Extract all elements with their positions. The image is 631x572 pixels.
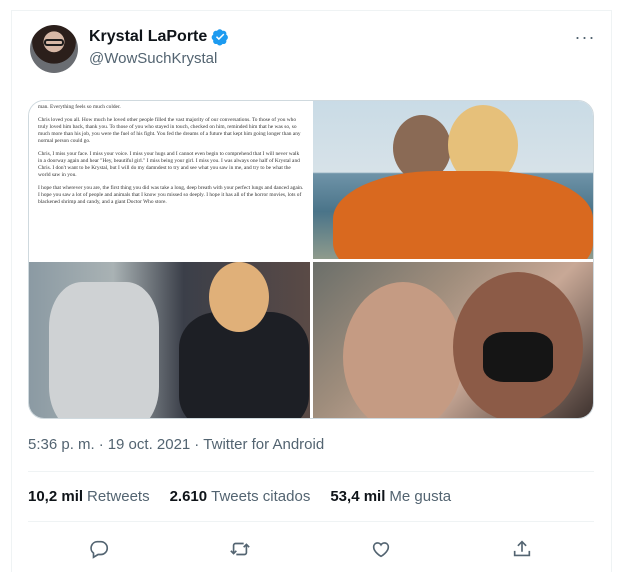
reply-button[interactable]: [86, 536, 112, 562]
media-photo-beach[interactable]: [313, 101, 593, 259]
media-document-image[interactable]: man. Everything feels so much colder. Ch…: [29, 101, 310, 259]
document-line: I hope that wherever you are, the first …: [38, 185, 304, 205]
like-icon: [372, 542, 390, 558]
divider: [28, 471, 594, 472]
retweets-count: 10,2 mil: [28, 488, 84, 505]
like-button[interactable]: [368, 536, 394, 562]
likes-stat[interactable]: 53,4 mil Me gusta: [330, 488, 451, 505]
divider: [28, 521, 594, 522]
author-handle[interactable]: @WowSuchKrystal: [89, 50, 217, 67]
retweet-icon: [230, 542, 250, 556]
meta-separator: ·: [194, 436, 200, 453]
likes-label: Me gusta: [389, 488, 452, 505]
meta-separator: ·: [98, 436, 104, 453]
document-line: Chris, I miss your face. I miss your voi…: [38, 151, 300, 178]
quotes-stat[interactable]: 2.610 Tweets citados: [170, 488, 311, 505]
quotes-count: 2.610: [169, 488, 208, 505]
reply-icon: [90, 540, 109, 559]
tweet-stats: 10,2 mil Retweets 2.610 Tweets citados 5…: [28, 488, 451, 505]
retweets-stat[interactable]: 10,2 mil Retweets: [28, 488, 150, 505]
action-bar: [28, 536, 594, 562]
tweet-time[interactable]: 5:36 p. m.: [28, 436, 95, 453]
media-grid: man. Everything feels so much colder. Ch…: [28, 100, 594, 419]
tweet-meta: 5:36 p. m. · 19 oct. 2021 · Twitter for …: [28, 436, 324, 453]
photo-figure: [333, 171, 593, 259]
avatar-glasses: [44, 39, 64, 46]
document-line: man. Everything feels so much colder.: [38, 104, 121, 110]
tweet-source[interactable]: Twitter for Android: [203, 436, 324, 453]
retweet-button[interactable]: [227, 536, 253, 562]
photo-figure: [209, 262, 269, 332]
more-icon[interactable]: ···: [571, 27, 599, 47]
author-row: Krystal LaPorte: [89, 26, 229, 48]
verified-badge-icon: [211, 29, 229, 46]
photo-figure: [343, 282, 463, 418]
share-button[interactable]: [509, 536, 535, 562]
photo-figure: [49, 282, 159, 418]
retweets-label: Retweets: [87, 488, 150, 505]
author-name[interactable]: Krystal LaPorte: [89, 28, 207, 46]
media-photo-selfie[interactable]: [313, 262, 593, 418]
likes-count: 53,4 mil: [330, 488, 386, 505]
media-photo-costume[interactable]: [29, 262, 310, 418]
avatar[interactable]: [30, 25, 78, 73]
document-line: Chris loved you all. How much he loved o…: [38, 117, 301, 144]
tweet-date[interactable]: 19 oct. 2021: [108, 436, 191, 453]
share-icon: [513, 540, 531, 557]
photo-figure: [483, 332, 553, 382]
quotes-label: Tweets citados: [211, 488, 311, 505]
